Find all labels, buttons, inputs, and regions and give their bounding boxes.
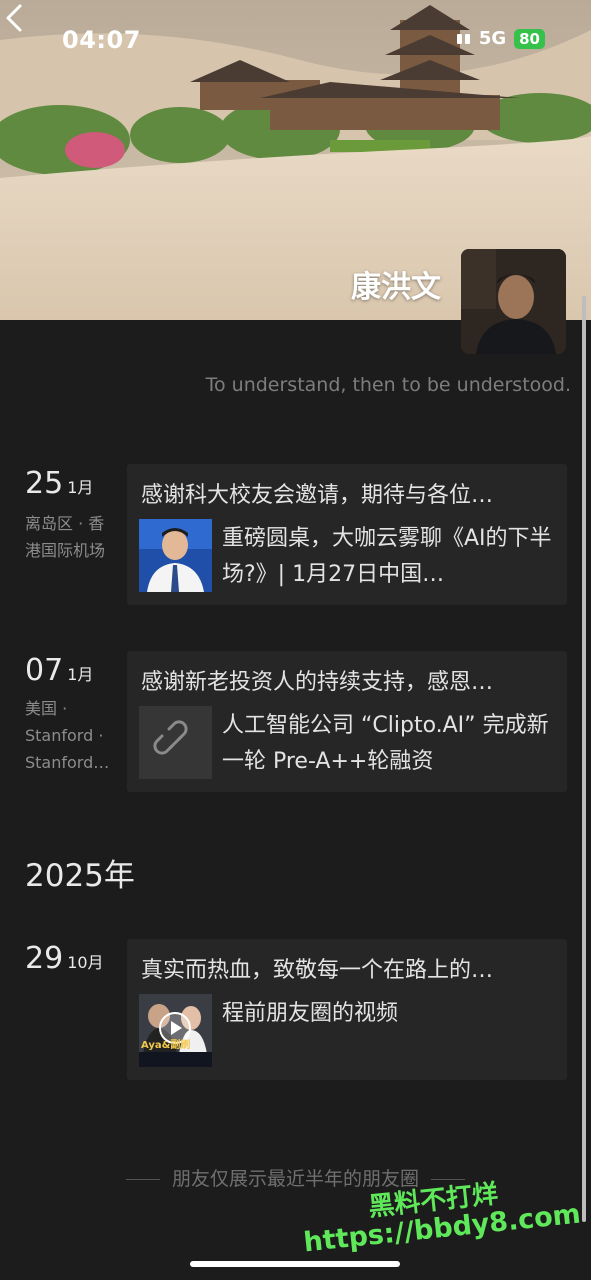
post-month: 10月 bbox=[67, 953, 104, 972]
footer-note: 朋友仅展示最近半年的朋友圈 bbox=[0, 1164, 591, 1191]
link-title: 人工智能公司 “Clipto.AI” 完成新一轮 Pre-A++轮融资 bbox=[222, 713, 549, 774]
signal-icon bbox=[456, 33, 471, 44]
post-month: 1月 bbox=[67, 478, 94, 497]
network-type: 5G bbox=[478, 28, 507, 49]
post-caption: 感谢新老投资人的持续支持，感恩… bbox=[141, 670, 494, 695]
post-caption: 真实而热血，致敬每一个在路上的… bbox=[141, 958, 494, 983]
post-date: 07 1月 bbox=[25, 653, 93, 688]
post-location[interactable]: 美国 · Stanford · Stanford… bbox=[25, 695, 117, 776]
post-day: 07 bbox=[25, 653, 64, 688]
divider-line bbox=[125, 1179, 160, 1180]
link-title: 程前朋友圈的视频 bbox=[222, 1001, 399, 1026]
post-month: 1月 bbox=[67, 665, 94, 684]
avatar-portrait-icon bbox=[461, 249, 566, 354]
video-play-icon[interactable]: Aya&副刷 bbox=[139, 994, 212, 1067]
post-card[interactable]: 感谢科大校友会邀请，期待与各位… 重磅圆桌，大咖云雾聊《AI的下半场?》| 1月… bbox=[127, 464, 567, 605]
home-indicator[interactable] bbox=[190, 1261, 400, 1267]
post-caption: 感谢科大校友会邀请，期待与各位… bbox=[141, 483, 494, 508]
person-photo-icon bbox=[139, 519, 212, 592]
post-date: 29 10月 bbox=[25, 941, 104, 976]
profile-signature: To understand, then to be understood. bbox=[205, 374, 571, 396]
year-label: 2025年 bbox=[25, 858, 135, 894]
status-time: 04:07 bbox=[62, 26, 141, 54]
link-title: 重磅圆桌，大咖云雾聊《AI的下半场?》| 1月27日中国… bbox=[222, 526, 552, 587]
profile-name: 康洪文 bbox=[351, 270, 441, 305]
link-icon bbox=[139, 706, 212, 779]
battery-icon: 80 bbox=[514, 28, 545, 49]
status-indicators: 5G 80 bbox=[456, 28, 545, 49]
post-day: 25 bbox=[25, 466, 64, 501]
post-date: 25 1月 bbox=[25, 466, 93, 501]
video-thumb-text: Aya&副刷 bbox=[141, 1040, 191, 1051]
post-location[interactable]: 离岛区 · 香港国际机场 bbox=[25, 510, 117, 564]
post-day: 29 bbox=[25, 941, 64, 976]
avatar[interactable] bbox=[461, 249, 566, 354]
scrollbar[interactable] bbox=[582, 296, 586, 1222]
post-card[interactable]: 真实而热血，致敬每一个在路上的… Aya&副刷 程前朋友圈的视频 bbox=[127, 939, 567, 1080]
back-arrow-icon[interactable] bbox=[0, 0, 28, 36]
post-card[interactable]: 感谢新老投资人的持续支持，感恩… 人工智能公司 “Clipto.AI” 完成新一… bbox=[127, 651, 567, 792]
